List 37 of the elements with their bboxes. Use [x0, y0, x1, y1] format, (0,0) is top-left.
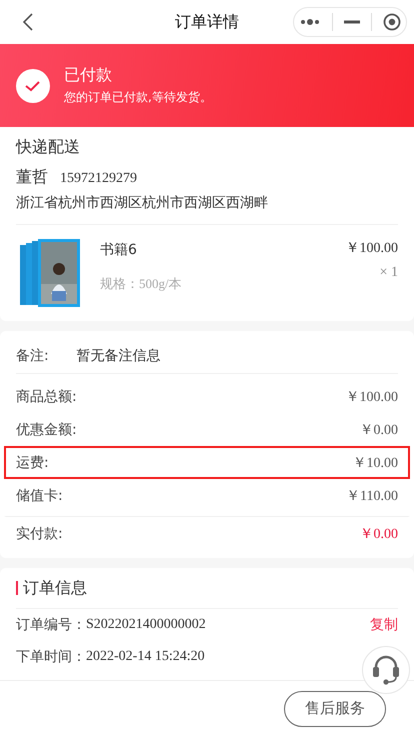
product-price: ￥100.00 — [346, 240, 398, 257]
fee-label: 实付款: — [16, 524, 63, 542]
fee-label: 优惠金额: — [16, 420, 77, 438]
more-icon[interactable] — [299, 18, 322, 26]
fee-label: 运费: — [16, 454, 49, 472]
accent-bar — [16, 581, 18, 595]
copy-link[interactable]: 复制 — [370, 616, 398, 634]
info-value: 2022-02-14 15:24:20 — [86, 649, 205, 665]
recipient-name: 董哲 — [16, 167, 48, 188]
section-title: 订单信息 — [23, 578, 87, 598]
info-label: 订单编号： — [16, 616, 86, 634]
fee-value: ￥110.00 — [346, 488, 398, 504]
fee-value: ￥0.00 — [360, 526, 398, 542]
fee-value: ￥100.00 — [346, 388, 398, 406]
minimize-icon[interactable] — [344, 20, 360, 24]
status-message: 您的订单已付款,等待发货。 — [64, 89, 212, 106]
product-name: 书籍6 — [100, 241, 138, 259]
fee-value: ￥10.00 — [352, 454, 398, 472]
after-sales-button[interactable]: 售后服务 — [284, 690, 386, 726]
delivery-method: 快递配送 — [16, 136, 81, 158]
status-title: 已付款 — [64, 65, 113, 86]
product-quantity: × 1 — [380, 265, 398, 281]
info-value: S2022021400000002 — [86, 617, 206, 633]
page-title: 订单详情 — [175, 12, 239, 32]
remark-value: 暂无备注信息 — [76, 347, 161, 365]
recipient-phone: 15972129279 — [60, 171, 137, 187]
back-icon[interactable] — [22, 12, 34, 32]
headset-icon — [372, 655, 400, 685]
fee-value: ￥0.00 — [360, 422, 398, 438]
fee-label: 储值卡: — [16, 486, 63, 504]
check-circle-icon — [16, 68, 50, 102]
info-label: 下单时间： — [16, 648, 86, 666]
remark-label: 备注: — [16, 347, 49, 365]
fee-label: 商品总额: — [16, 388, 77, 406]
close-icon[interactable] — [382, 13, 401, 31]
product-spec: 规格：500g/本 — [100, 275, 182, 293]
address: 浙江省杭州市西湖区杭州市西湖区西湖畔 — [16, 194, 398, 225]
